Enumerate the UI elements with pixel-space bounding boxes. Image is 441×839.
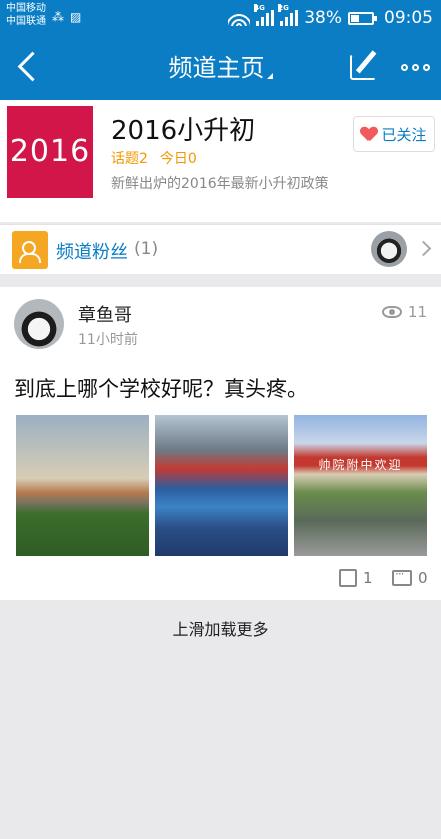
- network-type-2: 2G: [278, 4, 289, 12]
- compose-button[interactable]: [348, 50, 382, 84]
- channel-stats: 话题2 今日0: [111, 148, 209, 168]
- post-card[interactable]: 章鱼哥 11小时前 11 到底上哪个学校好呢？真头疼。 帅院附中欢迎 1 0: [0, 287, 441, 600]
- comment-icon: [392, 567, 412, 586]
- post-image-1[interactable]: [16, 415, 149, 556]
- status-bar: 中国移动 中国联通 ⁂ ▨ 4G 2G 38% 09:05: [0, 0, 441, 36]
- follow-button[interactable]: 已关注: [353, 116, 435, 152]
- channel-description: 新鲜出炉的2016年最新小升初政策: [111, 176, 329, 192]
- comment-button[interactable]: 0: [392, 567, 428, 587]
- topics-count: 话题2: [111, 151, 148, 167]
- heart-icon: [361, 127, 377, 141]
- battery-icon: [348, 11, 377, 25]
- dropdown-caret-icon: [266, 73, 273, 79]
- carrier-2: 中国联通: [6, 16, 46, 27]
- signal-icon-1: 4G: [254, 4, 275, 26]
- data-usage-icon: ⁂: [52, 10, 64, 24]
- image-banner-text: 帅院附中欢迎: [318, 458, 403, 472]
- signal-icon-2: 2G: [278, 4, 299, 26]
- more-dot-icon: [411, 63, 419, 71]
- post-time: 11小时前: [78, 332, 138, 348]
- channel-cover: 2016: [7, 106, 93, 198]
- image-icon: ▨: [70, 10, 82, 24]
- clock: 09:05: [384, 8, 433, 28]
- fans-label: 频道粉丝: [56, 242, 128, 263]
- view-count: 11: [381, 303, 427, 321]
- post-text: 到底上哪个学校好呢？真头疼。: [14, 377, 308, 401]
- view-count-value: 11: [407, 303, 427, 321]
- post-image-2[interactable]: [155, 415, 288, 556]
- author-avatar[interactable]: [14, 299, 64, 349]
- page-title-text: 频道主页: [168, 54, 265, 82]
- wifi-icon: [228, 10, 251, 26]
- channel-name: 2016小升初: [111, 116, 256, 146]
- nav-bar: 频道主页: [0, 36, 441, 100]
- more-dot-icon: [400, 63, 408, 71]
- battery-percent: 38%: [304, 8, 342, 28]
- channel-fans-row[interactable]: 频道粉丝 (1): [0, 224, 441, 274]
- more-button[interactable]: [396, 50, 434, 84]
- post-image-3[interactable]: 帅院附中欢迎: [294, 415, 427, 556]
- more-dot-icon: [422, 63, 430, 71]
- thumbs-up-icon: [339, 569, 357, 587]
- like-count: 1: [363, 569, 373, 587]
- comment-count: 0: [418, 569, 428, 587]
- carrier-info: 中国移动 中国联通: [6, 2, 46, 28]
- fans-count: (1): [134, 239, 159, 259]
- fans-icon: [12, 231, 48, 269]
- eye-icon: [381, 306, 402, 318]
- carrier-1: 中国移动: [6, 3, 46, 14]
- network-type-1: 4G: [254, 4, 265, 12]
- fan-avatar[interactable]: [371, 231, 407, 267]
- chevron-right-icon: [415, 240, 432, 257]
- load-more-hint: 上滑加载更多: [172, 620, 269, 639]
- channel-header: 2016 2016小升初 话题2 今日0 新鲜出炉的2016年最新小升初政策 已关…: [0, 100, 441, 222]
- author-name[interactable]: 章鱼哥: [78, 301, 132, 327]
- status-icons: 4G 2G 38% 09:05: [228, 4, 433, 30]
- follow-label: 已关注: [381, 125, 427, 144]
- like-button[interactable]: 1: [339, 569, 373, 587]
- today-count: 今日0: [159, 151, 197, 167]
